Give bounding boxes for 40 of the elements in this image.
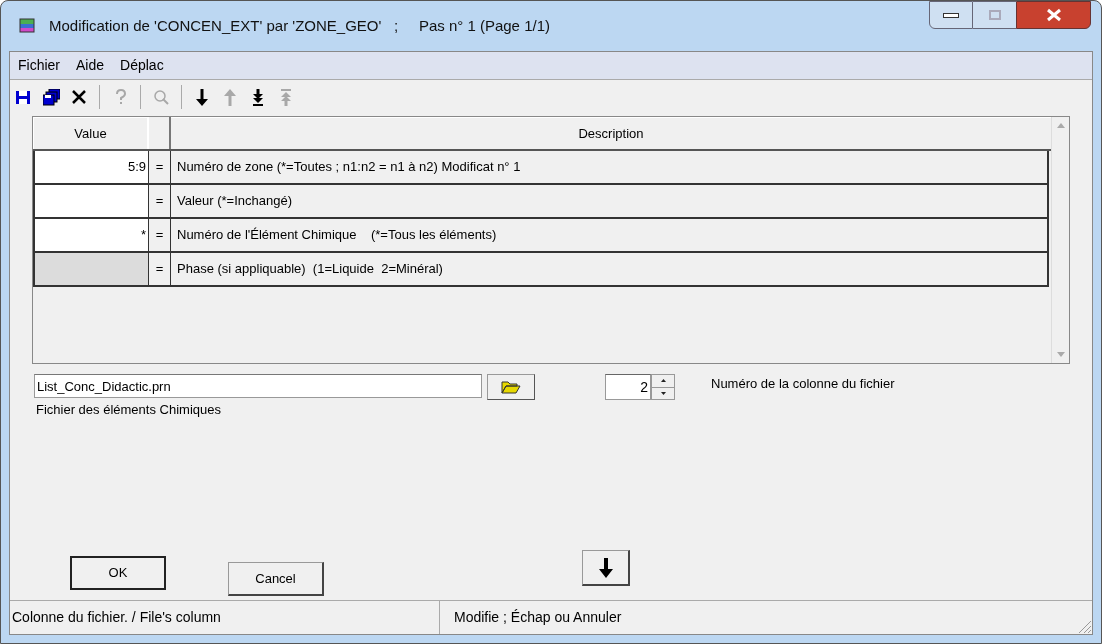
status-text: Modifie ; Échap ou Annuler [453, 608, 623, 627]
file-path-field[interactable]: List_Conc_Didactic.prn [34, 374, 482, 398]
value-cell[interactable] [35, 185, 149, 217]
value-cell[interactable]: 5:9 [35, 151, 149, 183]
open-folder-button[interactable] [487, 374, 535, 400]
up-arrow-icon [221, 88, 239, 106]
cancel-button[interactable]: Cancel [228, 562, 324, 596]
field-label: Numéro de la colonne du fichier [711, 375, 895, 393]
ok-button[interactable]: OK [70, 556, 166, 590]
down-arrow-icon [598, 557, 613, 578]
table-cell: = [149, 219, 171, 251]
minimize-button[interactable] [929, 1, 973, 29]
spinner-buttons[interactable] [651, 374, 675, 400]
table-cell: = [149, 253, 171, 285]
move-down-button[interactable] [582, 550, 630, 586]
value-cell[interactable]: * [35, 219, 149, 251]
table-cell: = [149, 151, 171, 183]
field-label: Fichier des éléments Chimiques [36, 401, 222, 419]
table-cell: = [149, 185, 171, 217]
resize-grip-icon[interactable] [1076, 618, 1092, 634]
close-icon [1044, 8, 1063, 22]
maximize-button[interactable] [973, 1, 1016, 29]
description-cell-text: Numéro de l'Élément Chimique (*=Tous les éléments) [176, 226, 498, 245]
menu-item[interactable]: Déplac [114, 55, 170, 76]
description-cell-text: Valeur (*=Inchangé) [176, 192, 294, 211]
status-text: Colonne du fichier. / File's column [10, 601, 440, 634]
window-title: Modification de 'CONCEN_EXT' par 'ZONE_GEO' ; Pas n° 1 (Page 1/1) [49, 15, 550, 36]
delete-icon [70, 88, 88, 106]
stacked-layers-icon [17, 16, 37, 36]
menu-item[interactable]: Fichier [12, 55, 66, 76]
number-field[interactable]: 2 [605, 374, 651, 400]
menu-item[interactable]: Aide [70, 55, 111, 76]
description-cell-text: Phase (si appliquable) (1=Liquide 2=Minéral) [176, 260, 444, 279]
column-header: Value [33, 117, 149, 149]
search-icon [152, 88, 170, 106]
stacked-floppies-icon [42, 88, 60, 106]
close-button[interactable] [1016, 1, 1091, 29]
folder-icon [501, 380, 521, 394]
down-arrow-icon [193, 88, 211, 106]
description-cell-text: Numéro de zone (*=Toutes ; n1:n2 = n1 à n2) Modificat n° 1 [176, 158, 522, 177]
